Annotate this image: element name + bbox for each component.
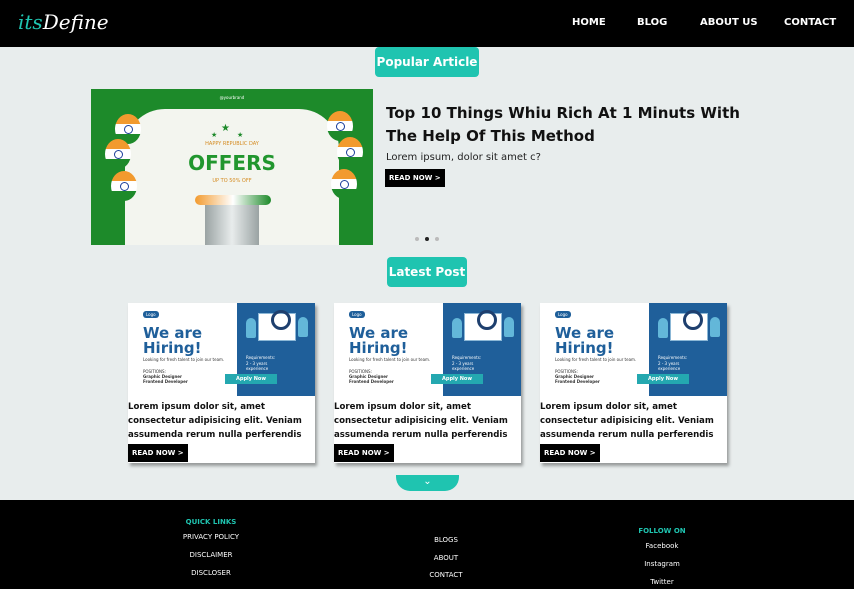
hiring-looking: Looking for fresh talent to join our tea…	[349, 357, 431, 362]
hiring-req: Requirements:	[246, 355, 276, 360]
up-to-text: UP TO 50% OFF	[212, 178, 252, 184]
hiring-pos-2: Frontend Developer	[143, 379, 188, 384]
hiring-heading-2: Hiring!	[349, 339, 408, 357]
logo-badge: Logo	[555, 311, 571, 318]
star-icon: ★	[221, 123, 230, 134]
logo-badge: Logo	[349, 311, 365, 318]
post-card-text[interactable]: Lorem ipsum dolor sit, amet consectetur …	[128, 400, 315, 442]
nav-home[interactable]: HOME	[572, 17, 606, 28]
balloon-icon	[331, 169, 357, 199]
post-card[interactable]: Logo We are Hiring! Looking for fresh ta…	[128, 303, 315, 463]
featured-article-title[interactable]: Top 10 Things Whiu Rich At 1 Minuts With…	[386, 102, 766, 148]
featured-article-image[interactable]: @yourbrand ★ ★ ★ HAPPY REPUBLIC DAY OFFE…	[91, 89, 373, 245]
load-more-button[interactable]: ⌄	[396, 475, 459, 491]
latest-post-heading: Latest Post	[387, 257, 467, 287]
apply-now-badge: Apply Now	[225, 374, 277, 384]
site-footer: QUICK LINKS PRIVACY POLICY DISCLAIMER DI…	[0, 500, 854, 589]
balloon-icon	[111, 171, 137, 201]
star-icon: ★	[237, 131, 244, 139]
nav-blog[interactable]: BLOG	[637, 17, 667, 28]
balloon-icon	[337, 137, 363, 167]
footer-link-disclaimer[interactable]: DISCLAIMER	[161, 551, 261, 559]
post-card[interactable]: Logo We are Hiring! Looking for fresh ta…	[540, 303, 727, 463]
post-card-image: Logo We are Hiring! Looking for fresh ta…	[334, 303, 521, 396]
hiring-heading-2: Hiring!	[555, 339, 614, 357]
tricolor-ribbon	[195, 195, 271, 205]
hiring-pos-2: Frontend Developer	[555, 379, 600, 384]
post-card-text[interactable]: Lorem ipsum dolor sit, amet consectetur …	[540, 400, 727, 442]
podium-graphic	[205, 201, 259, 245]
footer-link-facebook[interactable]: Facebook	[612, 542, 712, 550]
magnifier-icon	[683, 310, 703, 330]
featured-read-now-button[interactable]: READ NOW >	[385, 169, 445, 187]
footer-link-blogs[interactable]: BLOGS	[396, 536, 496, 544]
hiring-req-2: 2 - 3 years experience	[246, 361, 269, 371]
chevron-down-icon: ⌄	[423, 476, 432, 487]
post-card-text[interactable]: Lorem ipsum dolor sit, amet consectetur …	[334, 400, 521, 442]
slider-dot-1[interactable]	[415, 237, 419, 241]
quick-links-heading: QUICK LINKS	[185, 518, 237, 526]
person-icon	[246, 318, 256, 338]
hiring-req-2: 2 - 3 years experience	[452, 361, 475, 371]
apply-now-badge: Apply Now	[637, 374, 689, 384]
card-read-now-button[interactable]: READ NOW >	[334, 444, 394, 462]
footer-link-contact[interactable]: CONTACT	[396, 571, 496, 579]
featured-article-desc: Lorem ipsum, dolor sit amet c?	[386, 152, 541, 163]
nav-about-us[interactable]: ABOUT US	[700, 17, 758, 28]
logo-badge: Logo	[143, 311, 159, 318]
footer-link-twitter[interactable]: Twitter	[612, 578, 712, 586]
card-read-now-button[interactable]: READ NOW >	[128, 444, 188, 462]
hiring-pos-2: Frontend Developer	[349, 379, 394, 384]
image-handle: @yourbrand	[219, 95, 245, 100]
logo-suffix: Define	[42, 10, 109, 34]
hiring-looking: Looking for fresh talent to join our tea…	[143, 357, 225, 362]
hiring-heading-2: Hiring!	[143, 339, 202, 357]
site-header: itsDefine HOME BLOG ABOUT US CONTACT	[0, 0, 854, 47]
balloon-icon	[105, 139, 131, 169]
post-card[interactable]: Logo We are Hiring! Looking for fresh ta…	[334, 303, 521, 463]
post-card-image: Logo We are Hiring! Looking for fresh ta…	[540, 303, 727, 396]
follow-on-heading: FOLLOW ON	[638, 527, 686, 535]
nav-contact[interactable]: CONTACT	[784, 17, 836, 28]
post-card-image: Logo We are Hiring! Looking for fresh ta…	[128, 303, 315, 396]
popular-article-heading: Popular Article	[375, 47, 479, 77]
magnifier-icon	[477, 310, 497, 330]
star-icon: ★	[211, 131, 218, 139]
offers-text: OFFERS	[188, 151, 276, 175]
card-read-now-button[interactable]: READ NOW >	[540, 444, 600, 462]
slider-dot-3[interactable]	[435, 237, 439, 241]
footer-link-privacy-policy[interactable]: PRIVACY POLICY	[161, 533, 261, 541]
person-icon	[504, 317, 514, 337]
footer-link-discloser[interactable]: DISCLOSER	[161, 569, 261, 577]
person-icon	[710, 317, 720, 337]
magnifier-icon	[271, 310, 291, 330]
happy-republic-day-text: HAPPY REPUBLIC DAY	[205, 141, 259, 147]
hiring-looking: Looking for fresh talent to join our tea…	[555, 357, 637, 362]
hiring-req: Requirements:	[658, 355, 688, 360]
hiring-req: Requirements:	[452, 355, 482, 360]
person-icon	[658, 318, 668, 338]
hiring-req-2: 2 - 3 years experience	[658, 361, 681, 371]
logo-prefix: its	[18, 10, 43, 34]
footer-link-about[interactable]: ABOUT	[396, 554, 496, 562]
apply-now-badge: Apply Now	[431, 374, 483, 384]
slider-dot-2[interactable]	[425, 237, 429, 241]
offer-panel: @yourbrand ★ ★ ★ HAPPY REPUBLIC DAY OFFE…	[125, 95, 339, 245]
site-logo[interactable]: itsDefine	[18, 10, 109, 34]
footer-link-instagram[interactable]: Instagram	[612, 560, 712, 568]
person-icon	[452, 318, 462, 338]
person-icon	[298, 317, 308, 337]
